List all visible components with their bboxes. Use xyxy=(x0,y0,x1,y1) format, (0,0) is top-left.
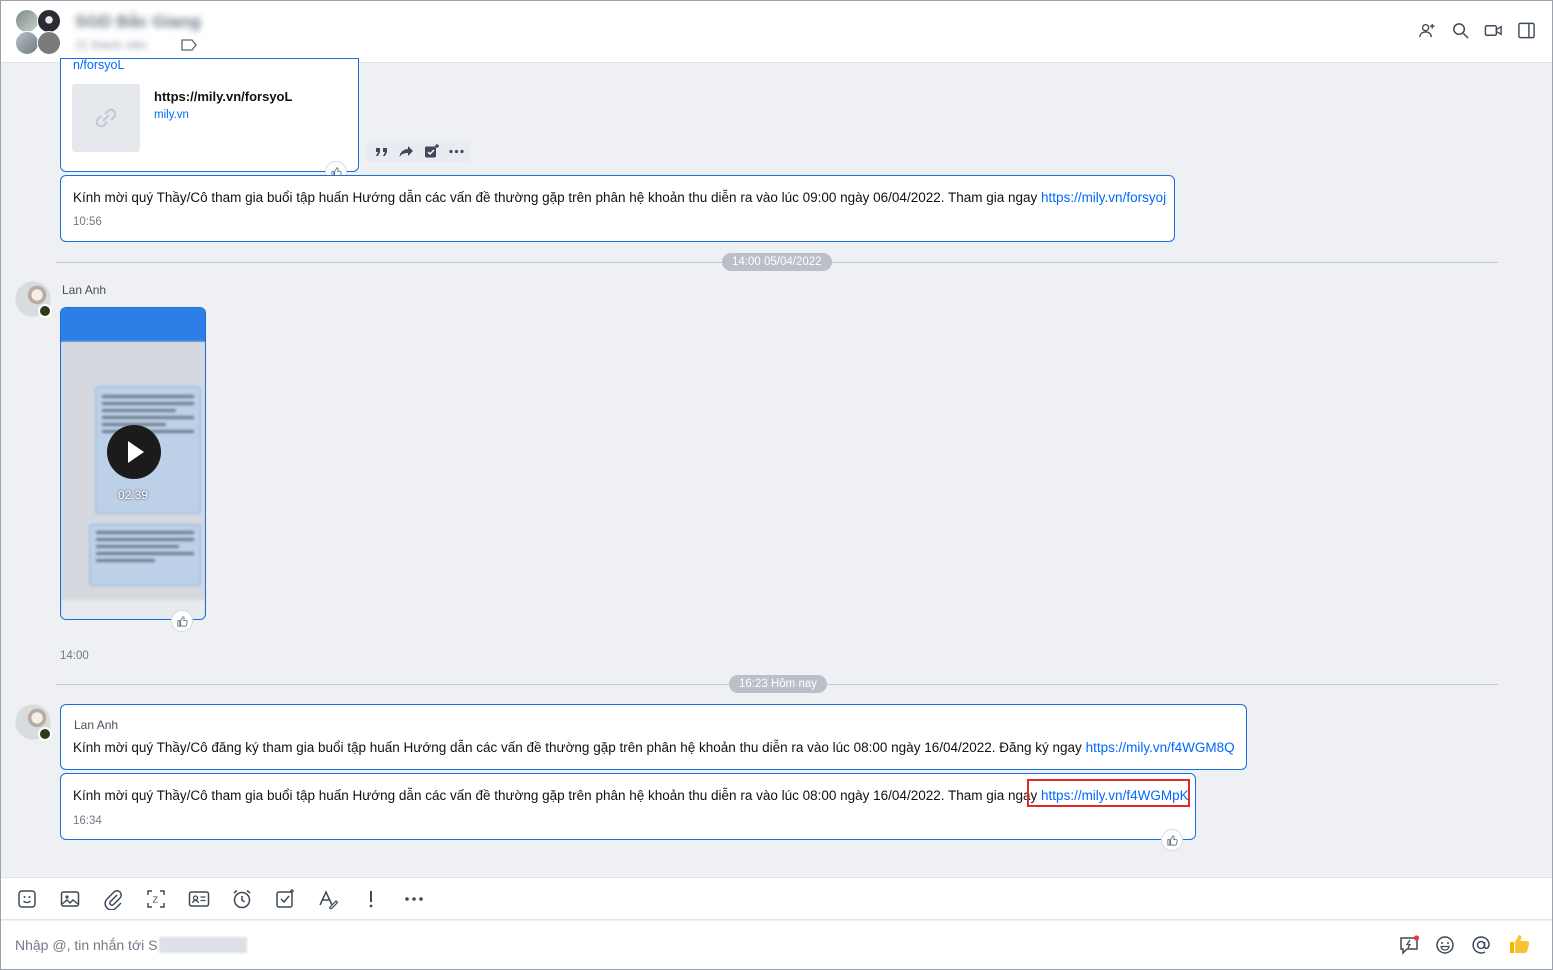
message-link[interactable]: https://mily.vn/f4WGM8Q xyxy=(1086,740,1235,755)
urgent-icon[interactable] xyxy=(360,888,382,910)
screenshot-icon[interactable]: Z xyxy=(145,888,167,910)
quote-icon[interactable] xyxy=(373,143,390,160)
forward-icon[interactable] xyxy=(398,143,415,160)
preview-title[interactable]: https://mily.vn/forsyoL xyxy=(154,89,292,104)
tag-icon[interactable] xyxy=(181,39,197,51)
task-icon[interactable] xyxy=(274,888,296,910)
chat-header: SGD Bắc Giang 21 thành viên xyxy=(1,1,1552,63)
video-call-icon[interactable] xyxy=(1484,21,1503,40)
attach-icon[interactable] xyxy=(102,888,124,910)
video-message[interactable]: 02:39 xyxy=(60,307,206,620)
add-member-icon[interactable] xyxy=(1418,21,1437,40)
member-count[interactable]: 21 thành viên xyxy=(75,38,147,52)
format-icon[interactable] xyxy=(317,888,339,910)
preview-top-link[interactable]: n/forsyoL xyxy=(73,58,124,72)
more-icon[interactable] xyxy=(448,143,465,160)
thumbs-up-icon xyxy=(176,615,188,627)
video-duration: 02:39 xyxy=(117,488,149,502)
sticker-icon[interactable] xyxy=(16,888,38,910)
search-icon[interactable] xyxy=(1451,21,1470,40)
like-reaction-button[interactable] xyxy=(1161,829,1183,851)
message-time: 16:34 xyxy=(73,815,102,827)
group-name[interactable]: SGD Bắc Giang xyxy=(75,12,201,32)
message-time: 10:56 xyxy=(73,216,102,228)
mention-icon[interactable] xyxy=(1470,934,1492,956)
emoji-icon[interactable] xyxy=(1434,934,1456,956)
message-composer[interactable]: Nhập @, tin nhắn tới S xyxy=(1,921,1552,969)
add-task-icon[interactable] xyxy=(423,143,440,160)
message-input[interactable]: Nhập @, tin nhắn tới S xyxy=(15,937,248,953)
text-message[interactable]: Kính mời quý Thầy/Cô tham gia buổi tập h… xyxy=(60,175,1175,242)
contact-card-icon[interactable] xyxy=(188,888,210,910)
sender-name[interactable]: Lan Anh xyxy=(74,718,118,732)
quick-message-icon[interactable] xyxy=(1398,934,1420,956)
message-text: Kính mời quý Thầy/Cô tham gia buổi tập h… xyxy=(73,190,1042,205)
like-reaction-button[interactable] xyxy=(171,610,193,632)
group-avatar[interactable] xyxy=(15,9,65,57)
link-preview-message[interactable]: n/forsyoL https://mily.vn/forsyoL mily.v… xyxy=(60,58,359,172)
composer-toolbar: Z xyxy=(1,877,1552,920)
link-icon xyxy=(95,108,117,128)
highlighted-link-box xyxy=(1027,779,1190,807)
play-button[interactable] xyxy=(107,425,161,479)
message-text: Kính mời quý Thầy/Cô đăng ký tham gia bu… xyxy=(73,740,1086,755)
reminder-icon[interactable] xyxy=(231,888,253,910)
message-link[interactable]: https://mily.vn/forsyoj xyxy=(1041,190,1166,205)
date-divider: 16:23 Hôm nay xyxy=(729,675,827,693)
message-time: 14:00 xyxy=(60,650,89,662)
message-actions xyxy=(367,140,471,162)
text-message[interactable]: Kính mời quý Thầy/Cô tham gia buổi tập h… xyxy=(60,773,1196,840)
thumbs-up-icon[interactable] xyxy=(1508,932,1532,956)
preview-domain[interactable]: mily.vn xyxy=(154,109,189,121)
toggle-sidebar-icon[interactable] xyxy=(1517,21,1536,40)
svg-text:Z: Z xyxy=(153,896,159,905)
image-icon[interactable] xyxy=(59,888,81,910)
message-text: Kính mời quý Thầy/Cô tham gia buổi tập h… xyxy=(73,788,1042,803)
thumbs-up-icon xyxy=(1166,834,1178,846)
avatar[interactable] xyxy=(15,704,52,741)
input-placeholder: Nhập @, tin nhắn tới S xyxy=(15,937,158,953)
text-message[interactable]: Lan Anh Kính mời quý Thầy/Cô đăng ký tha… xyxy=(60,704,1247,770)
link-thumbnail[interactable] xyxy=(72,84,140,152)
date-divider: 14:00 05/04/2022 xyxy=(722,253,832,271)
more-icon[interactable] xyxy=(403,888,425,910)
sender-name[interactable]: Lan Anh xyxy=(62,283,106,297)
avatar[interactable] xyxy=(15,281,52,318)
